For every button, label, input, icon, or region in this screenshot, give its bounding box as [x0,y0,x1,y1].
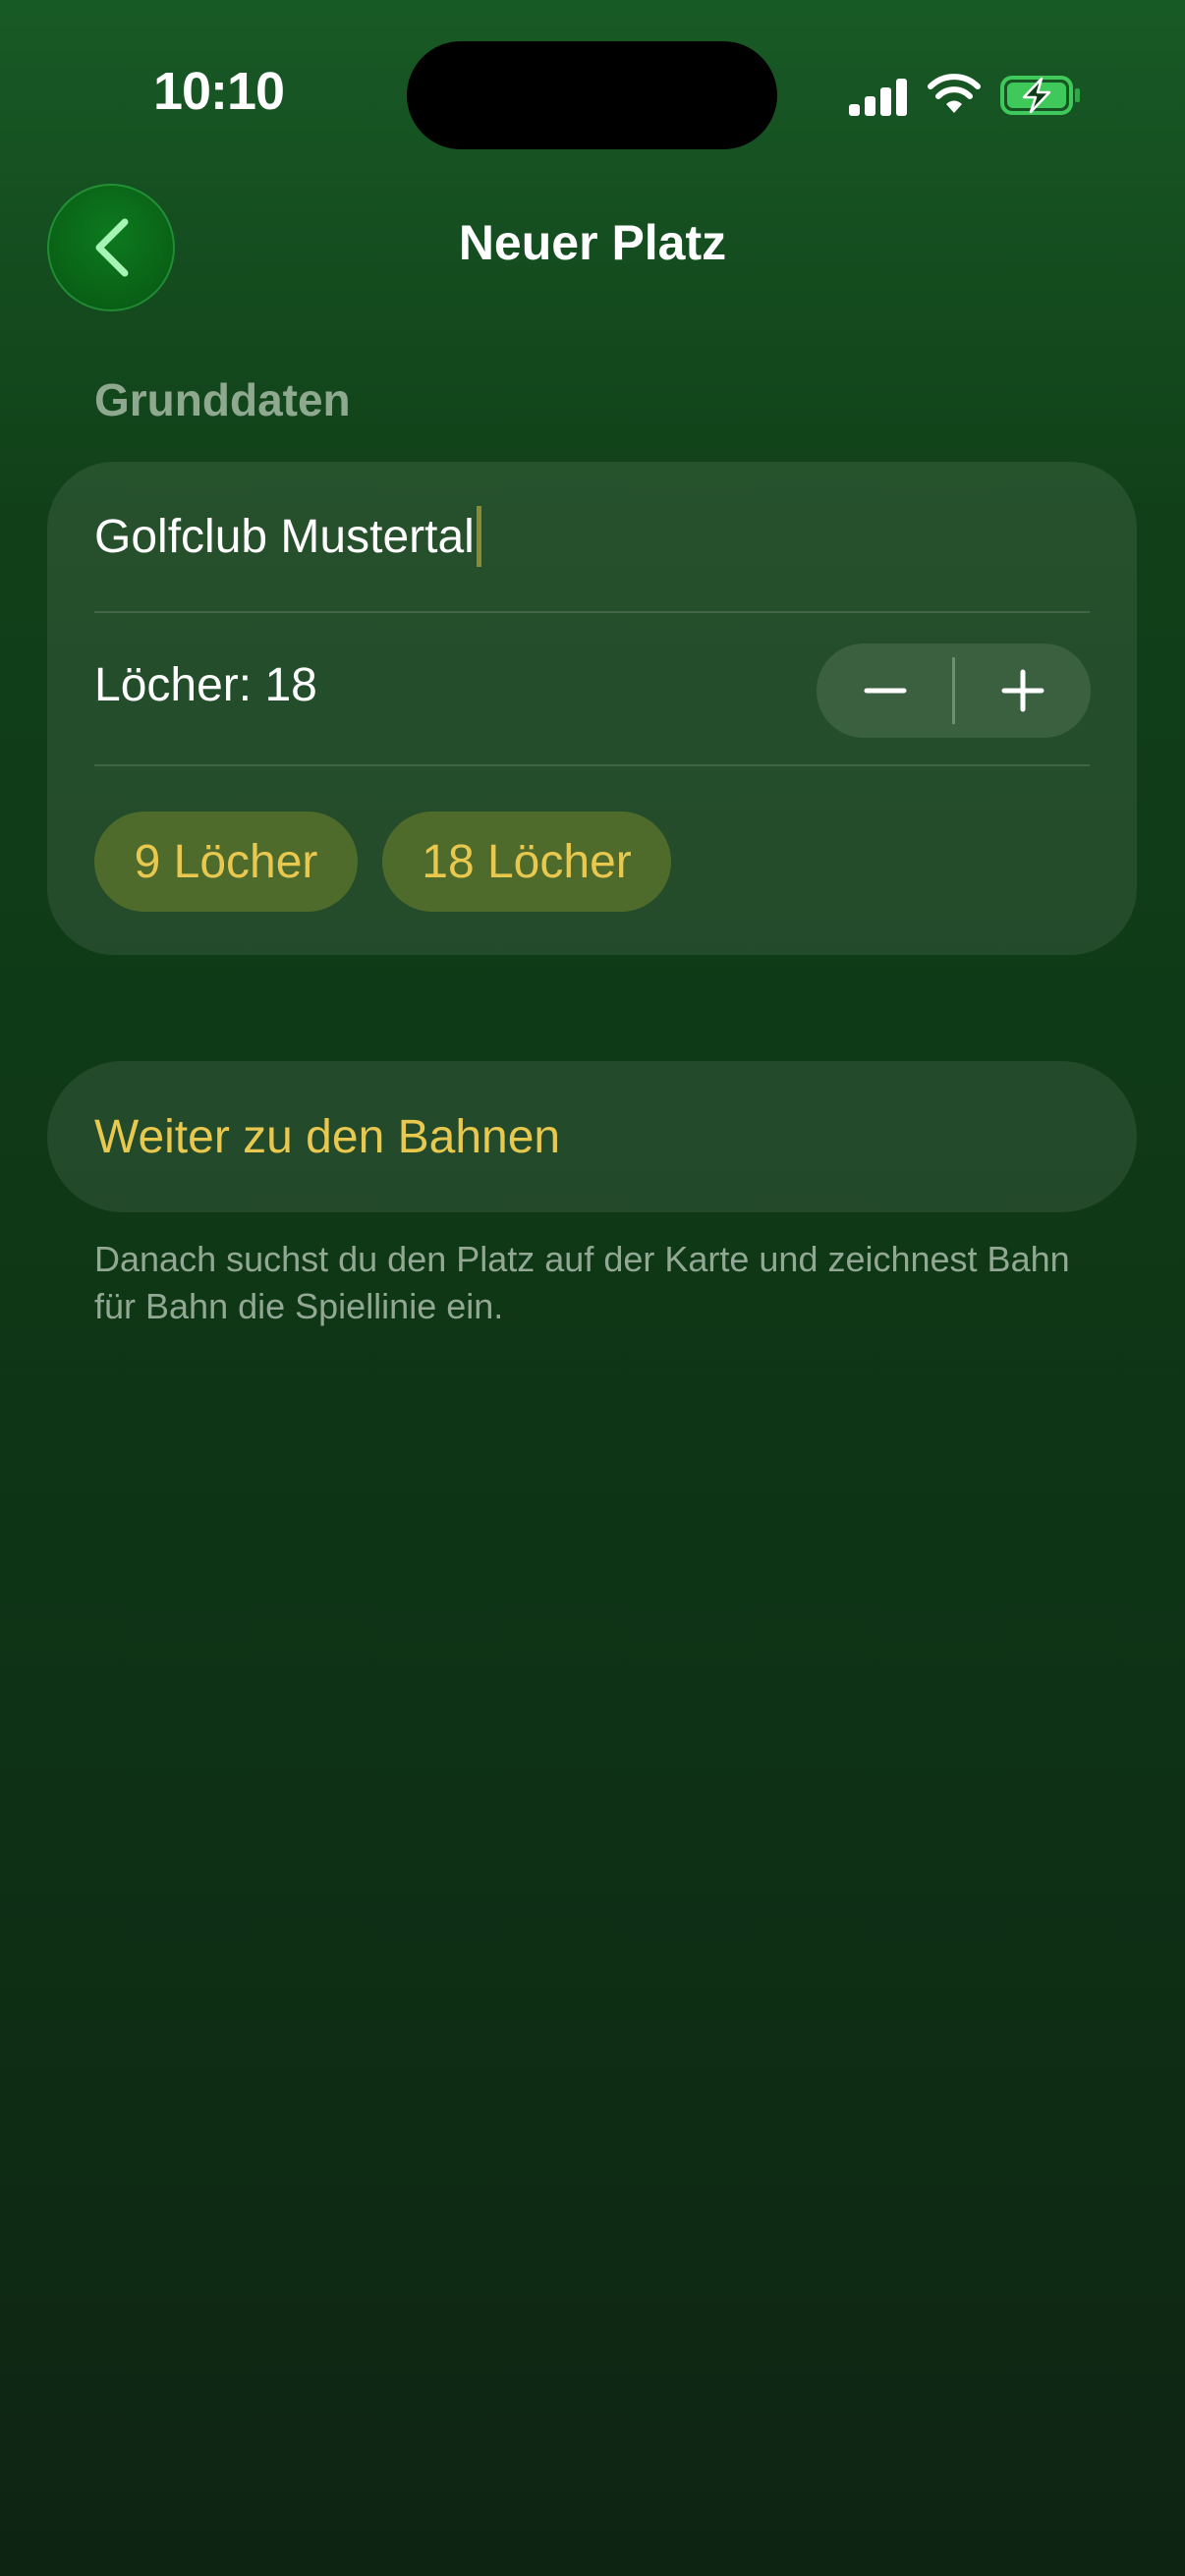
holes-count-label: Löcher: 18 [94,659,317,711]
plus-icon [1001,669,1044,712]
text-cursor [476,506,481,567]
decrement-button[interactable] [817,644,953,738]
wifi-icon [928,74,981,113]
course-name-field[interactable]: Golfclub Mustertal [94,462,1137,611]
increment-button[interactable] [954,644,1091,738]
section-header-basics: Grunddaten [94,374,351,425]
basics-card: Golfclub Mustertal Löcher: 18 9 Löcher 1… [47,462,1137,955]
preset-18-holes-button[interactable]: 18 Löcher [382,812,671,912]
preset-9-holes-button[interactable]: 9 Löcher [94,812,358,912]
footnote-text: Danach suchst du den Platz auf der Karte… [94,1239,1070,1326]
status-bar: 10:10 [0,0,1185,196]
signal-icon [849,79,907,116]
chevron-left-icon [95,218,129,277]
course-name-value: Golfclub Mustertal [94,510,475,563]
page-title: Neuer Platz [458,215,727,270]
back-button[interactable] [47,184,175,311]
continue-button-label: Weiter zu den Bahnen [94,1110,561,1163]
battery-charging-icon [1000,76,1080,115]
continue-button[interactable]: Weiter zu den Bahnen [47,1061,1137,1212]
divider [94,764,1090,766]
dynamic-island [407,41,777,149]
minus-icon [864,688,906,694]
status-time: 10:10 [152,62,285,121]
holes-stepper [817,644,1091,738]
divider [94,611,1090,613]
